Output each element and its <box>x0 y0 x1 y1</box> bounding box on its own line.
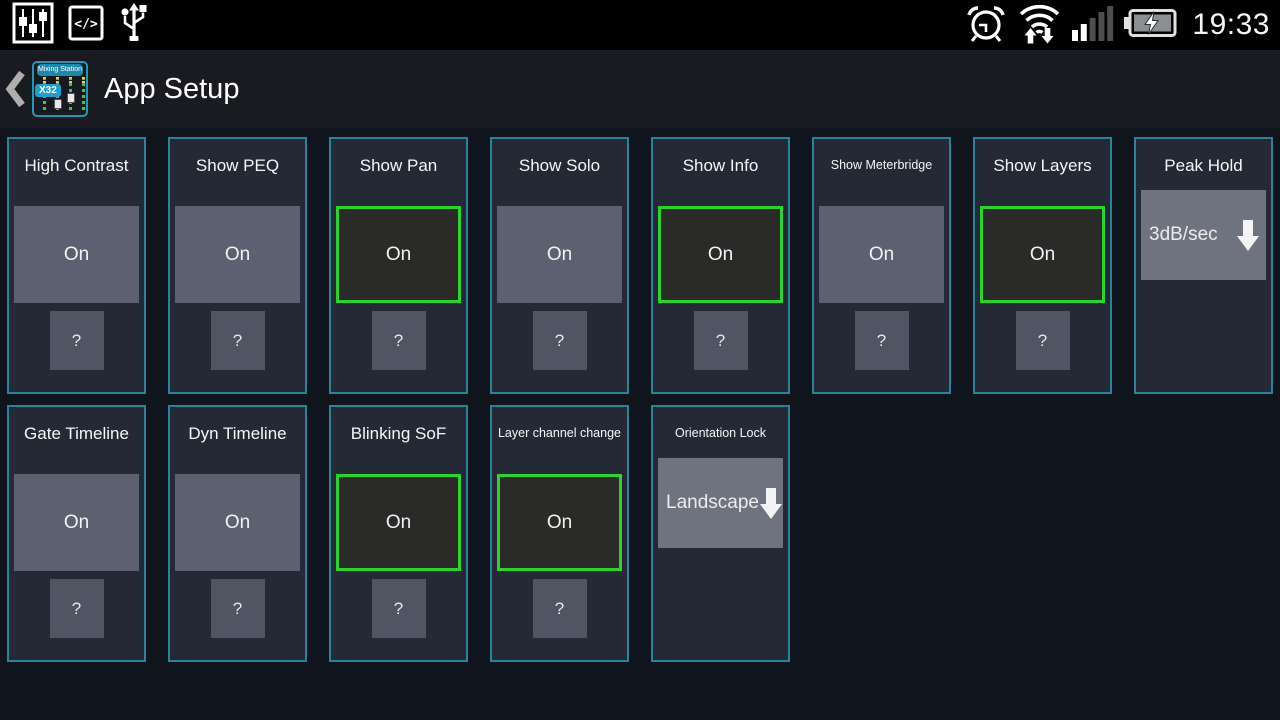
notification-icons: </> <box>12 1 150 50</box>
setting-title: High Contrast <box>11 139 142 193</box>
help-button-blinking-sof[interactable]: ? <box>372 579 426 638</box>
action-bar: Mixing Station X32 App Setup <box>0 50 1280 128</box>
help-button-gate-timeline[interactable]: ? <box>50 579 104 638</box>
toggle-button-dyn-timeline[interactable]: On <box>175 474 300 571</box>
help-button-show-pan[interactable]: ? <box>372 311 426 370</box>
setting-title: Show Solo <box>494 139 625 193</box>
help-button-layer-channel-change[interactable]: ? <box>533 579 587 638</box>
fader-knob <box>67 93 75 103</box>
setting-card-show-info: Show Info On? <box>651 137 790 394</box>
toggle-button-show-meterbridge[interactable]: On <box>819 206 944 303</box>
page-title: App Setup <box>104 73 239 106</box>
dropdown-value: 3dB/sec <box>1149 224 1218 246</box>
mixer-notification-icon <box>12 2 54 49</box>
setting-card-layer-channel-change: Layer channel change On? <box>490 405 629 662</box>
dropdown-button-peak-hold[interactable]: 3dB/sec <box>1141 190 1266 280</box>
usb-icon <box>118 1 150 50</box>
svg-text:</>: </> <box>74 17 98 32</box>
wifi-updown-icon <box>1017 2 1062 49</box>
settings-row-2: Gate Timeline On? Dyn Timeline On? Blink… <box>7 405 1280 662</box>
settings-row-1: High Contrast On? Show PEQ On? Show Pan … <box>7 137 1280 394</box>
setting-title: Layer channel change <box>494 407 625 461</box>
setting-title: Show Meterbridge <box>816 139 947 193</box>
toggle-button-show-peq[interactable]: On <box>175 206 300 303</box>
app-icon-badge: X32 <box>35 84 61 97</box>
signal-strength-icon <box>1072 5 1114 46</box>
setting-title: Orientation Lock <box>655 407 786 461</box>
dropdown-button-orientation-lock[interactable]: Landscape <box>658 458 783 548</box>
setting-card-show-pan: Show Pan On? <box>329 137 468 394</box>
status-bar: </> <box>0 0 1280 50</box>
setting-card-dyn-timeline: Dyn Timeline On? <box>168 405 307 662</box>
battery-charging-icon <box>1124 8 1178 43</box>
setting-card-blinking-sof: Blinking SoF On? <box>329 405 468 662</box>
setting-card-gate-timeline: Gate Timeline On? <box>7 405 146 662</box>
setting-title: Show Pan <box>333 139 464 193</box>
setting-card-orientation-lock: Orientation Lock Landscape <box>651 405 790 662</box>
toggle-button-show-pan[interactable]: On <box>336 206 461 303</box>
setting-title: Show Info <box>655 139 786 193</box>
help-button-show-layers[interactable]: ? <box>1016 311 1070 370</box>
help-button-show-peq[interactable]: ? <box>211 311 265 370</box>
app-icon[interactable]: Mixing Station X32 <box>32 61 88 117</box>
app-icon-label: Mixing Station <box>37 64 83 76</box>
help-button-show-info[interactable]: ? <box>694 311 748 370</box>
toggle-button-blinking-sof[interactable]: On <box>336 474 461 571</box>
back-button[interactable] <box>4 69 28 109</box>
setting-title: Show Layers <box>977 139 1108 193</box>
help-button-dyn-timeline[interactable]: ? <box>211 579 265 638</box>
fader-knob <box>54 99 62 109</box>
setting-title: Blinking SoF <box>333 407 464 461</box>
alarm-clock-icon <box>965 2 1007 49</box>
clock-time: 19:33 <box>1192 8 1270 42</box>
setting-card-show-meterbridge: Show Meterbridge On? <box>812 137 951 394</box>
dropdown-arrow-icon <box>759 487 783 520</box>
toggle-button-show-layers[interactable]: On <box>980 206 1105 303</box>
setting-card-show-layers: Show Layers On? <box>973 137 1112 394</box>
settings-grid: High Contrast On? Show PEQ On? Show Pan … <box>0 128 1280 662</box>
setting-title: Show PEQ <box>172 139 303 193</box>
dropdown-arrow-icon <box>1236 219 1260 252</box>
help-button-show-solo[interactable]: ? <box>533 311 587 370</box>
system-status-icons: 19:33 <box>965 2 1270 49</box>
setting-title: Dyn Timeline <box>172 407 303 461</box>
setting-card-high-contrast: High Contrast On? <box>7 137 146 394</box>
setting-card-show-peq: Show PEQ On? <box>168 137 307 394</box>
help-button-show-meterbridge[interactable]: ? <box>855 311 909 370</box>
toggle-button-show-solo[interactable]: On <box>497 206 622 303</box>
setting-title: Gate Timeline <box>11 407 142 461</box>
dropdown-value: Landscape <box>666 492 759 514</box>
setting-title: Peak Hold <box>1138 139 1269 193</box>
setting-card-peak-hold: Peak Hold 3dB/sec <box>1134 137 1273 394</box>
code-notification-icon: </> <box>68 5 104 46</box>
toggle-button-layer-channel-change[interactable]: On <box>497 474 622 571</box>
help-button-high-contrast[interactable]: ? <box>50 311 104 370</box>
toggle-button-gate-timeline[interactable]: On <box>14 474 139 571</box>
setting-card-show-solo: Show Solo On? <box>490 137 629 394</box>
toggle-button-show-info[interactable]: On <box>658 206 783 303</box>
toggle-button-high-contrast[interactable]: On <box>14 206 139 303</box>
